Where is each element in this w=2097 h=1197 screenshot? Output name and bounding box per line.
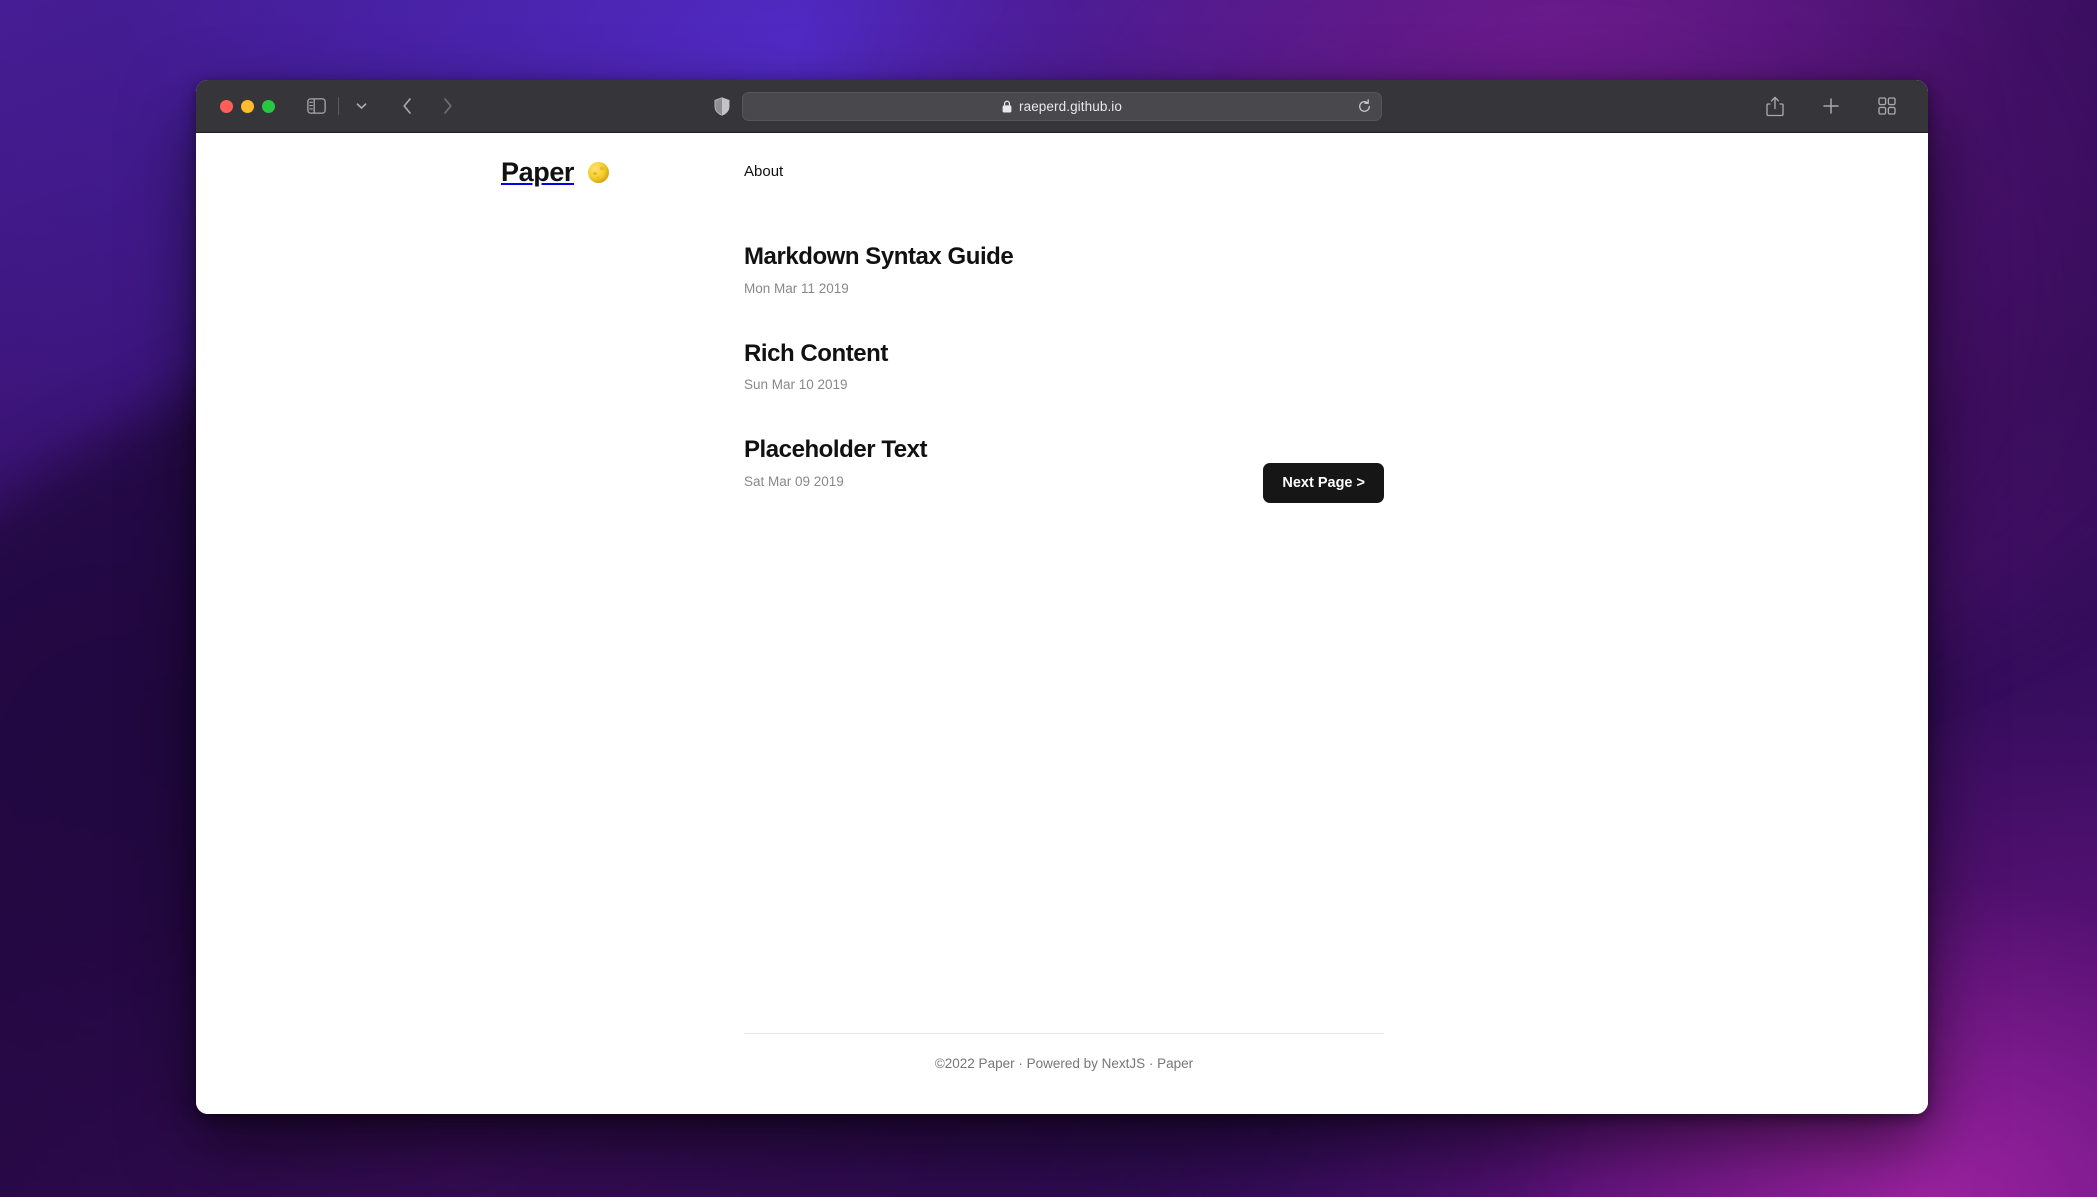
sidebar-toggle-button[interactable] xyxy=(301,93,331,119)
window-traffic-lights xyxy=(220,99,275,113)
pagination-controls: Next Page > xyxy=(744,463,1384,503)
address-bar[interactable]: raeperd.github.io xyxy=(742,91,1382,121)
post-list-item[interactable]: Rich Content Sun Mar 10 2019 xyxy=(744,340,1384,393)
post-date: Mon Mar 11 2019 xyxy=(744,280,849,296)
post-list-item[interactable]: Markdown Syntax Guide Mon Mar 11 2019 xyxy=(744,243,1384,296)
post-title: Markdown Syntax Guide xyxy=(744,243,1014,270)
full-moon-emoji-icon xyxy=(588,162,610,183)
new-tab-button[interactable] xyxy=(1816,93,1846,119)
post-title: Rich Content xyxy=(744,339,888,367)
site-footer: ©2022 Paper · Powered by NextJS · Paper xyxy=(744,1033,1384,1071)
post-list: Markdown Syntax Guide Mon Mar 11 2019 Ri… xyxy=(744,243,1384,489)
web-page-viewport: Paper About Markdown Syntax Guide Mon Ma… xyxy=(196,133,1928,1114)
address-bar-url: raeperd.github.io xyxy=(1018,98,1123,114)
nav-item-about[interactable]: About xyxy=(744,163,783,180)
forward-button[interactable] xyxy=(432,93,462,119)
reload-icon xyxy=(1358,98,1370,112)
tab-overview-button[interactable] xyxy=(1872,93,1902,119)
back-button[interactable] xyxy=(392,93,422,119)
plus-icon xyxy=(1823,98,1839,114)
lock-icon xyxy=(1002,100,1012,112)
sidebar-toggle-icon xyxy=(306,98,326,114)
desktop-wallpaper: raeperd.github.io Paper About Markdown S… xyxy=(0,0,2097,1197)
share-button[interactable] xyxy=(1760,93,1790,119)
toolbar-divider xyxy=(338,97,339,115)
footer-text: ©2022 Paper · Powered by NextJS · Paper xyxy=(934,1056,1194,1071)
sidebar-controls xyxy=(301,93,376,119)
shield-icon xyxy=(714,96,730,116)
maximize-window-button[interactable] xyxy=(262,99,275,113)
site-brand-link[interactable]: Paper xyxy=(501,157,610,188)
sidebar-dropdown-button[interactable] xyxy=(346,93,376,119)
minimize-window-button[interactable] xyxy=(241,99,254,113)
next-page-button[interactable]: Next Page > xyxy=(1263,463,1384,503)
tab-overview-icon xyxy=(1878,97,1896,115)
toolbar-right-controls xyxy=(1760,93,1908,119)
forward-chevron-icon xyxy=(443,98,452,114)
back-chevron-icon xyxy=(402,98,411,114)
safari-browser-window: raeperd.github.io Paper About Markdown S… xyxy=(196,80,1928,1114)
browser-nav-controls xyxy=(392,93,462,119)
close-window-button[interactable] xyxy=(220,99,233,113)
chevron-down-icon xyxy=(356,103,366,109)
post-title: Placeholder Text xyxy=(744,436,928,464)
site-navigation: About xyxy=(744,163,783,181)
reload-button[interactable] xyxy=(1355,97,1373,115)
share-icon xyxy=(1766,96,1784,116)
site-header: Paper About xyxy=(196,157,1928,197)
browser-toolbar: raeperd.github.io xyxy=(196,80,1928,133)
privacy-report-button[interactable] xyxy=(707,93,737,119)
post-date: Sun Mar 10 2019 xyxy=(744,377,848,393)
site-brand-title: Paper xyxy=(501,157,575,187)
